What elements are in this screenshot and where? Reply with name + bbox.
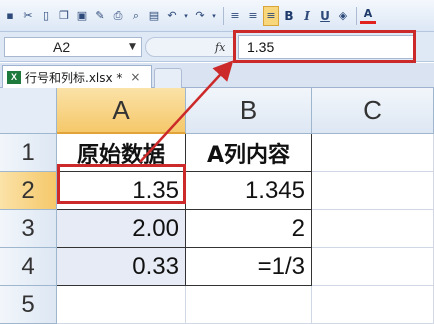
cell-c4[interactable]	[312, 248, 434, 286]
excel-file-icon: X	[7, 70, 21, 84]
column-header-b[interactable]: B	[186, 88, 312, 134]
cell-a3[interactable]: 2.00	[57, 210, 186, 248]
undo-icon[interactable]: ↶	[164, 6, 180, 26]
print-preview-icon[interactable]: ⌕	[128, 6, 144, 26]
cell-c1[interactable]	[312, 134, 434, 172]
cell-c5[interactable]	[312, 286, 434, 324]
new-document-icon[interactable]: ▯	[38, 6, 54, 26]
save-as-icon[interactable]: ▣	[74, 6, 90, 26]
close-icon[interactable]: ×	[130, 70, 140, 84]
quick-access-toolbar: ▪ ✂ ▯ ❐ ▣ ✎ ⎙ ⌕ ▤ ↶ ▾ ↷ ▾ ≡ ≡ ≡ B I U ◈ …	[0, 0, 434, 32]
select-all-corner[interactable]	[0, 88, 57, 134]
redo-icon[interactable]: ↷	[192, 6, 208, 26]
column-header-c[interactable]: C	[312, 88, 434, 134]
name-box[interactable]: A2	[4, 37, 142, 57]
cell-b4[interactable]: =1/3	[186, 248, 312, 286]
toolbar-divider	[356, 6, 357, 25]
cell-b3[interactable]: 2	[186, 210, 312, 248]
selected-cell-highlight	[57, 164, 186, 204]
column-header-a[interactable]: A	[57, 88, 186, 134]
save-icon[interactable]: ▪	[2, 6, 18, 26]
undo-dropdown-icon[interactable]: ▾	[182, 6, 190, 26]
cell-a4[interactable]: 0.33	[57, 248, 186, 286]
toolbar-divider	[223, 6, 224, 25]
formula-highlight-box	[233, 30, 416, 63]
cell-b2[interactable]: 1.345	[186, 172, 312, 210]
workbook-tab-bar: X 行号和列标.xlsx * ×	[0, 63, 434, 88]
italic-button[interactable]: I	[299, 6, 315, 26]
fill-color-icon[interactable]: ◈	[335, 6, 351, 26]
bold-button[interactable]: B	[281, 6, 297, 26]
copy-icon[interactable]: ❐	[56, 6, 72, 26]
workbook-tab[interactable]: X 行号和列标.xlsx * ×	[2, 65, 152, 88]
chevron-down-icon[interactable]: ▼	[129, 42, 136, 52]
row-header-3[interactable]: 3	[0, 210, 57, 248]
row-header-1[interactable]: 1	[0, 134, 57, 172]
cell-c2[interactable]	[312, 172, 434, 210]
cell-b1[interactable]: A列内容	[186, 134, 312, 172]
cell-c3[interactable]	[312, 210, 434, 248]
row-header-4[interactable]: 4	[0, 248, 57, 286]
underline-button[interactable]: U	[317, 6, 333, 26]
align-right-icon[interactable]: ≡	[263, 5, 279, 26]
workbook-tab-label: 行号和列标.xlsx *	[25, 70, 123, 85]
format-painter-icon[interactable]: ✎	[92, 6, 108, 26]
row-header-2[interactable]: 2	[0, 172, 57, 210]
row-header-5[interactable]: 5	[0, 286, 57, 324]
insert-function-icon[interactable]: fx	[215, 41, 225, 54]
print-icon[interactable]: ⎙	[110, 6, 126, 26]
align-center-icon[interactable]: ≡	[245, 6, 261, 26]
redo-dropdown-icon[interactable]: ▾	[210, 6, 218, 26]
new-tab-button[interactable]	[154, 68, 182, 88]
cell-a5[interactable]	[57, 286, 186, 324]
cell-b5[interactable]	[186, 286, 312, 324]
font-color-button[interactable]: A	[360, 8, 376, 24]
align-left-icon[interactable]: ≡	[227, 6, 243, 26]
cut-icon[interactable]: ✂	[20, 6, 36, 26]
paste-icon[interactable]: ▤	[146, 6, 162, 26]
